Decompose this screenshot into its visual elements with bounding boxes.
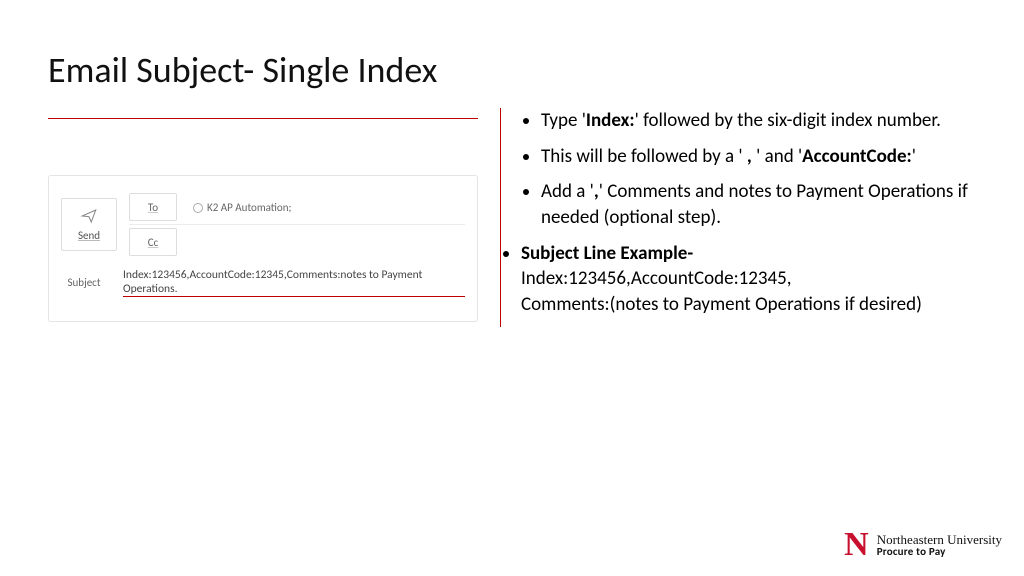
subject-field[interactable]: Index:123456,AccountCode:12345,Comments:… xyxy=(119,268,465,297)
cc-row: Cc xyxy=(129,225,465,259)
cc-button[interactable]: Cc xyxy=(129,228,177,256)
subject-row: Subject Index:123456,AccountCode:12345,C… xyxy=(61,265,465,299)
subject-value: Index:123456,AccountCode:12345,Comments:… xyxy=(123,268,465,297)
subject-label: Subject xyxy=(61,269,107,295)
list-item: This will be followed by a ' , ' and 'Ac… xyxy=(541,144,999,170)
send-icon xyxy=(80,207,98,225)
send-button[interactable]: Send xyxy=(61,198,117,251)
list-item: Type 'Index:' followed by the six-digit … xyxy=(541,108,999,134)
footer-logo: N Northeastern University Procure to Pay xyxy=(844,528,1002,562)
slide-title: Email Subject- Single Index xyxy=(48,48,437,92)
logo-text: Northeastern University Procure to Pay xyxy=(877,533,1002,557)
logo-line2: Procure to Pay xyxy=(877,546,1002,557)
email-header-stack: Send To K2 AP Automation; Cc xyxy=(61,190,465,259)
email-preview-panel: Send To K2 AP Automation; Cc Subject xyxy=(48,175,478,322)
email-compose-card: Send To K2 AP Automation; Cc Subject xyxy=(48,175,478,322)
list-item: Subject Line Example- Index:123456,Accou… xyxy=(521,241,999,318)
logo-n-icon: N xyxy=(844,528,869,562)
to-button[interactable]: To xyxy=(129,193,177,221)
recipient-chip-icon xyxy=(193,203,203,213)
instructions-panel: Type 'Index:' followed by the six-digit … xyxy=(500,108,999,327)
title-underline xyxy=(48,118,478,119)
send-label: Send xyxy=(78,229,100,242)
to-value: K2 AP Automation; xyxy=(207,201,291,214)
to-row: To K2 AP Automation; xyxy=(129,190,465,225)
list-item: Add a ',' Comments and notes to Payment … xyxy=(541,179,999,230)
to-field[interactable]: K2 AP Automation; xyxy=(189,201,465,214)
instruction-list: Type 'Index:' followed by the six-digit … xyxy=(519,108,999,317)
